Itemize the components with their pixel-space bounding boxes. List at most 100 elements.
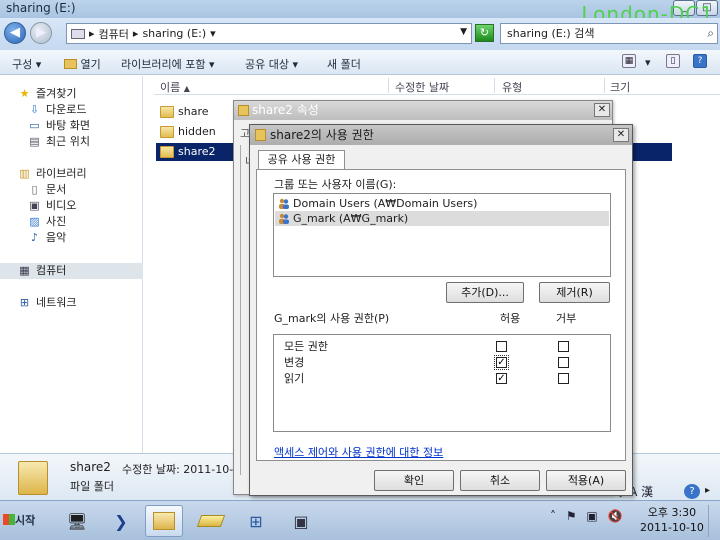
- nav-libraries[interactable]: ▥ 라이브러리: [0, 166, 143, 182]
- documents-icon: ▯: [31, 183, 38, 196]
- nav-music[interactable]: ♪ 음악: [0, 230, 143, 246]
- view-dropdown-icon[interactable]: ▾: [645, 56, 651, 69]
- address-bar[interactable]: ▸ 컴퓨터 ▸ sharing (E:) ▾ ▼: [66, 23, 472, 44]
- network-map-icon[interactable]: ⊞: [237, 505, 275, 537]
- folder-icon: [18, 461, 48, 495]
- close-icon[interactable]: ✕: [613, 128, 629, 142]
- share-permissions-panel: 그룹 또는 사용자 이름(G): Domain Users (A₩Domain …: [256, 169, 626, 461]
- network-tray-icon[interactable]: ▣: [586, 509, 597, 523]
- help-icon[interactable]: ?: [693, 54, 707, 68]
- sort-ascending-icon: ▲: [183, 84, 190, 93]
- details-name: share2: [70, 460, 111, 474]
- nav-videos[interactable]: ▣ 비디오: [0, 198, 143, 214]
- folder-icon: [160, 146, 174, 158]
- address-dropdown-icon[interactable]: ▼: [460, 27, 467, 37]
- apply-button[interactable]: 적용(A): [546, 470, 626, 491]
- server-manager-icon[interactable]: 🖥: [58, 505, 96, 537]
- nav-desktop[interactable]: ▭ 바탕 화면: [0, 118, 143, 134]
- close-icon[interactable]: ✕: [594, 103, 610, 117]
- deny-full-control-checkbox[interactable]: [558, 341, 569, 352]
- remove-user-button[interactable]: 제거(R): [539, 282, 610, 303]
- deny-change-checkbox[interactable]: [558, 357, 569, 368]
- explorer-taskbar-icon[interactable]: [145, 505, 183, 537]
- share-with-button[interactable]: 공유 대상 ▾: [245, 56, 298, 72]
- system-clock[interactable]: 오후 3:30 2011-10-10: [640, 505, 704, 535]
- column-header-row: 이름 ▲ 수정한 날짜 유형 크기: [154, 76, 720, 95]
- permissions-info-link[interactable]: 액세스 제어와 사용 권한에 대한 정보: [274, 444, 443, 460]
- address-segment-computer[interactable]: 컴퓨터: [99, 26, 129, 42]
- ime-options-icon[interactable]: ▸: [705, 485, 710, 496]
- user-list-item[interactable]: Domain Users (A₩Domain Users): [275, 196, 609, 211]
- windows-logo-icon: [3, 514, 15, 525]
- allow-full-control-checkbox[interactable]: [496, 341, 507, 352]
- address-separator[interactable]: ▸: [133, 27, 139, 40]
- search-icon[interactable]: ⌕: [707, 24, 714, 43]
- show-desktop-button[interactable]: [708, 505, 718, 537]
- tab-share-permissions[interactable]: 공유 사용 권한: [258, 150, 345, 170]
- permission-name: 모든 권한: [284, 340, 328, 353]
- user-list[interactable]: Domain Users (A₩Domain Users) G_mark (A₩…: [273, 193, 611, 277]
- organize-button[interactable]: 구성 ▾: [12, 56, 41, 72]
- allow-read-checkbox[interactable]: ✓: [496, 373, 507, 384]
- folder-tool-icon[interactable]: [192, 505, 230, 537]
- recent-places-icon: ▤: [29, 135, 40, 148]
- ime-help-icon[interactable]: ?: [684, 484, 700, 499]
- ok-button[interactable]: 확인: [374, 470, 454, 491]
- nav-documents[interactable]: ▯ 문서: [0, 182, 143, 198]
- include-library-button[interactable]: 라이브러리에 포함 ▾: [121, 56, 215, 72]
- window-title: sharing (E:): [6, 1, 76, 15]
- nav-network[interactable]: ⊞ 네트워크: [0, 295, 143, 311]
- cancel-button[interactable]: 취소: [460, 470, 540, 491]
- powershell-icon[interactable]: ❯: [102, 505, 140, 537]
- download-icon: ⇩: [29, 103, 40, 116]
- column-divider[interactable]: [388, 78, 389, 93]
- column-name[interactable]: 이름 ▲: [160, 79, 190, 95]
- add-user-button[interactable]: 추가(D)...: [446, 282, 524, 303]
- chevron-down-icon[interactable]: ▾: [210, 27, 216, 40]
- permission-row-full-control: 모든 권한: [284, 339, 614, 355]
- deny-read-checkbox[interactable]: [558, 373, 569, 384]
- preview-pane-icon[interactable]: ▯: [666, 54, 680, 68]
- permission-row-read: 읽기 ✓: [284, 371, 614, 387]
- address-separator[interactable]: ▸: [89, 27, 95, 40]
- action-center-flag-icon[interactable]: ⚑: [566, 509, 577, 523]
- nav-pictures[interactable]: ▨ 사진: [0, 214, 143, 230]
- clock-time: 오후 3:30: [647, 506, 697, 519]
- file-name: share: [178, 105, 209, 118]
- folder-icon: [238, 105, 249, 116]
- volume-muted-icon[interactable]: 🔇: [608, 509, 623, 523]
- column-modified[interactable]: 수정한 날짜: [395, 79, 449, 95]
- permission-name: 변경: [284, 356, 305, 369]
- remote-desktop-icon[interactable]: ▣: [282, 505, 320, 537]
- column-type[interactable]: 유형: [502, 79, 522, 95]
- start-button[interactable]: 시작: [3, 512, 35, 528]
- column-divider[interactable]: [604, 78, 605, 93]
- taskbar: 시작 🖥 ❯ ⊞ ▣ ◆ A 漢 ? ▸ ˄ ⚑ ▣ 🔇 오후 3:30 201…: [0, 484, 720, 540]
- allow-change-checkbox[interactable]: ✓: [494, 355, 509, 370]
- open-button[interactable]: 열기: [64, 56, 101, 72]
- desktop-icon: ▭: [29, 119, 40, 132]
- search-input[interactable]: sharing (E:) 검색 ⌕: [500, 23, 718, 44]
- nav-favorites[interactable]: ★ 즐겨찾기: [0, 86, 143, 102]
- properties-dialog-titlebar: share2 속성: [234, 101, 612, 120]
- forward-button[interactable]: ▶: [30, 22, 52, 44]
- column-size[interactable]: 크기: [610, 79, 630, 95]
- folder-icon: [160, 126, 174, 138]
- new-folder-button[interactable]: 새 폴더: [327, 56, 361, 72]
- user-list-item-selected[interactable]: G_mark (A₩G_mark): [275, 211, 609, 226]
- nav-computer[interactable]: ▦ 컴퓨터: [0, 263, 143, 279]
- folder-icon: [153, 512, 175, 530]
- tray-expand-icon[interactable]: ˄: [550, 509, 556, 523]
- pictures-icon: ▨: [29, 215, 40, 228]
- group-label: 그룹 또는 사용자 이름(G):: [274, 178, 397, 191]
- nav-recent[interactable]: ▤ 최근 위치: [0, 134, 143, 150]
- address-segment-drive[interactable]: sharing (E:): [142, 27, 206, 40]
- back-button[interactable]: ◀: [4, 22, 26, 44]
- file-name: share2: [178, 145, 216, 158]
- nav-downloads[interactable]: ⇩ 다운로드: [0, 102, 143, 118]
- column-divider[interactable]: [494, 78, 495, 93]
- command-bar: 구성 ▾ 열기 라이브러리에 포함 ▾ 공유 대상 ▾ 새 폴더 ▦ ▾ ▯ ?: [0, 50, 720, 75]
- permission-label: G_mark의 사용 권한(P): [274, 312, 390, 325]
- view-options-icon[interactable]: ▦: [622, 54, 636, 68]
- refresh-icon[interactable]: ↻: [475, 24, 494, 42]
